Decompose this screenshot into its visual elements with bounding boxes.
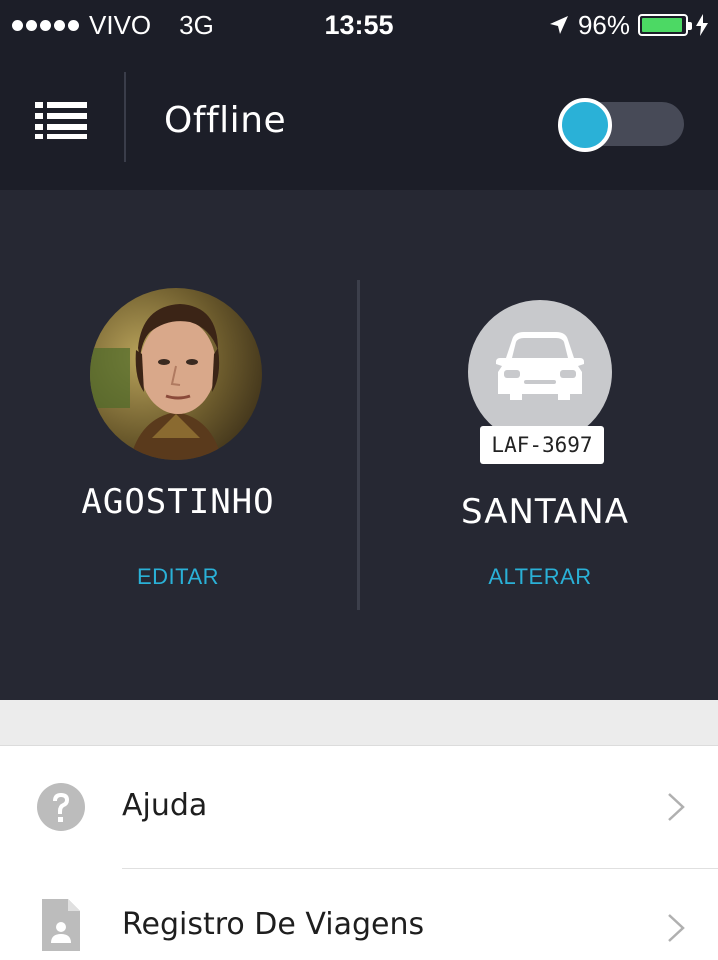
vehicle-avatar[interactable] xyxy=(468,300,612,444)
header-divider xyxy=(124,72,126,162)
charging-bolt-icon xyxy=(696,14,708,36)
menu-item-label: Ajuda xyxy=(122,788,208,823)
edit-profile-link[interactable]: EDITAR xyxy=(30,564,326,590)
toggle-knob xyxy=(558,98,612,152)
section-gap xyxy=(0,700,718,746)
menu-item-trip-history[interactable]: Registro De Viagens xyxy=(0,869,718,960)
status-right: 96% xyxy=(548,10,708,40)
chevron-right-icon xyxy=(668,793,685,821)
driver-name: AGOSTINHO xyxy=(81,482,275,522)
document-icon xyxy=(42,899,80,951)
chevron-right-icon xyxy=(668,914,685,942)
menu-button[interactable] xyxy=(30,92,92,148)
list-menu-icon xyxy=(35,102,87,139)
app-header: Offline xyxy=(0,52,718,190)
status-bar: VIVO 3G 13:55 96% xyxy=(0,0,718,52)
help-icon xyxy=(37,783,85,831)
license-plate: LAF-3697 xyxy=(480,426,604,464)
menu-list: Ajuda Registro De Viagens xyxy=(0,746,718,960)
online-toggle[interactable] xyxy=(558,98,684,152)
menu-item-label: Registro De Viagens xyxy=(122,907,425,942)
change-vehicle-link[interactable]: ALTERAR xyxy=(390,564,690,590)
battery-percent: 96% xyxy=(577,9,630,40)
menu-item-help[interactable]: Ajuda xyxy=(0,746,718,869)
profile-panel: AGOSTINHO EDITAR LAF-3697 SANTANA ALTERA… xyxy=(0,190,718,700)
panel-divider xyxy=(357,280,360,610)
driver-avatar[interactable] xyxy=(90,288,262,460)
battery-icon xyxy=(638,14,692,36)
driver-photo xyxy=(90,288,262,460)
car-icon xyxy=(496,332,584,400)
location-arrow-icon xyxy=(549,16,568,34)
vehicle-model: SANTANA xyxy=(461,492,629,532)
status-title: Offline xyxy=(164,100,287,141)
